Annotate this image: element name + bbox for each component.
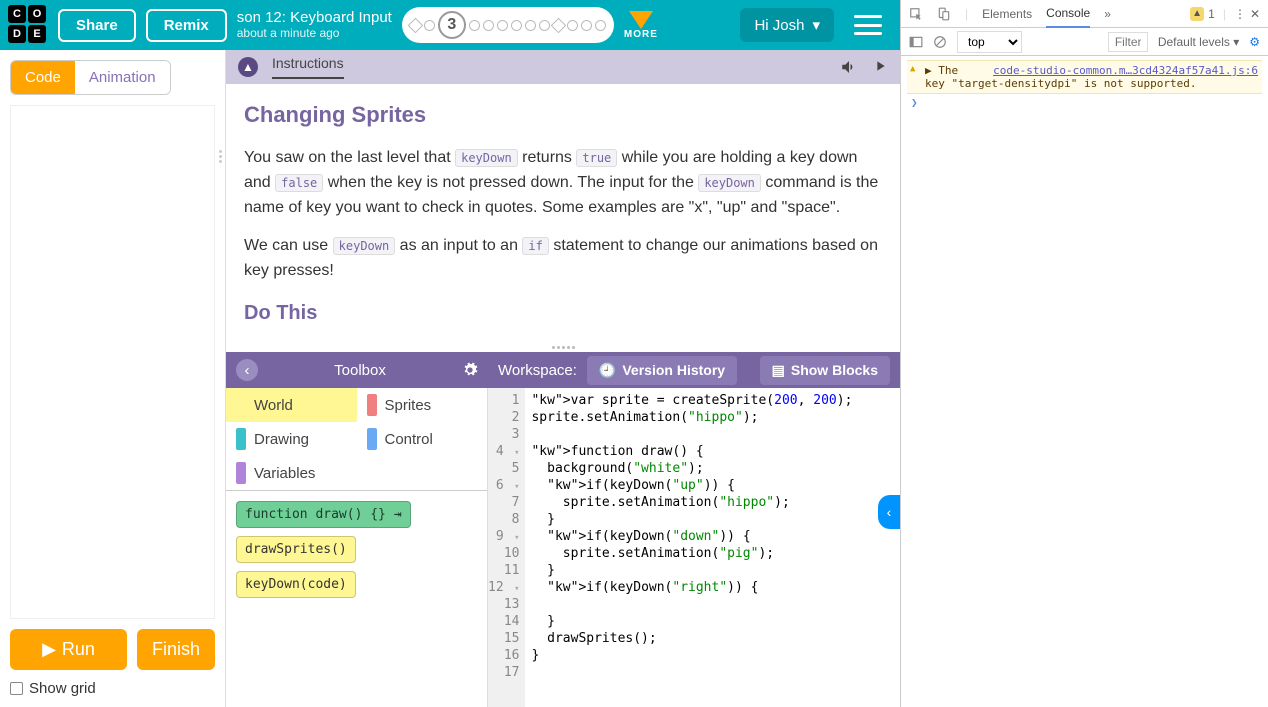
category-color-icon [236, 462, 246, 484]
workspace-label: Workspace: [498, 362, 577, 379]
source-link[interactable]: code-studio-common.m…3cd4324af57a41.js:6 [993, 64, 1258, 77]
devtools-tab-elements[interactable]: Elements [982, 1, 1032, 27]
console-output[interactable]: code-studio-common.m…3cd4324af57a41.js:6… [901, 56, 1268, 707]
close-icon[interactable]: ✕ [1250, 7, 1260, 21]
code-editor[interactable]: 1234 ▾56 ▾789 ▾101112 ▾1314151617 "kw">v… [488, 388, 900, 707]
lesson-time: about a minute ago [237, 27, 392, 40]
block-keydown[interactable]: keyDown(code) [236, 571, 356, 598]
progress-dot[interactable] [511, 20, 522, 31]
lesson-title: son 12: Keyboard Input [237, 10, 392, 27]
show-blocks-button[interactable]: ▤ Show Blocks [760, 356, 890, 385]
collapse-up-icon[interactable]: ▲ [238, 57, 258, 77]
category-color-icon [367, 394, 377, 416]
toolbox-panel: WorldSpritesDrawingControlVariables func… [226, 388, 488, 707]
triangle-down-icon [629, 11, 653, 29]
left-panel: Code Animation ▶ Run Finish Show grid [0, 50, 225, 707]
device-icon[interactable] [937, 7, 951, 21]
progress-dot[interactable] [469, 20, 480, 31]
warning-badge[interactable]: ▲ [1190, 7, 1204, 21]
more-dropdown[interactable]: MORE [624, 11, 658, 40]
category-control[interactable]: Control [357, 422, 488, 456]
run-button[interactable]: ▶ Run [10, 629, 127, 670]
column-resize-handle[interactable] [216, 150, 225, 163]
tab-code[interactable]: Code [11, 61, 75, 94]
lesson-info: son 12: Keyboard Input about a minute ag… [237, 10, 392, 40]
category-variables[interactable]: Variables [226, 456, 357, 490]
console-warning[interactable]: code-studio-common.m…3cd4324af57a41.js:6… [907, 60, 1262, 94]
devtools-tab-console[interactable]: Console [1046, 0, 1090, 28]
finish-button[interactable]: Finish [137, 629, 215, 670]
row-resize-handle[interactable] [226, 342, 900, 352]
progress-dot[interactable] [424, 20, 435, 31]
lesson-progress[interactable]: 3 [402, 7, 614, 43]
play-icon: ▶ [42, 639, 56, 660]
hamburger-icon[interactable] [854, 15, 882, 35]
console-prompt[interactable]: ❯ [907, 94, 1262, 111]
progress-dot[interactable] [581, 20, 592, 31]
progress-dot[interactable] [567, 20, 578, 31]
line-gutter: 1234 ▾56 ▾789 ▾101112 ▾1314151617 [488, 388, 525, 707]
blocks-icon: ▤ [772, 362, 785, 379]
log-levels-select[interactable]: Default levels ▾ [1158, 35, 1239, 49]
instructions-title: Changing Sprites [244, 98, 882, 132]
instructions-body[interactable]: Changing Sprites You saw on the last lev… [226, 84, 900, 342]
context-select[interactable]: top [957, 31, 1022, 53]
progress-dot[interactable] [483, 20, 494, 31]
category-color-icon [236, 428, 246, 450]
block-function-draw[interactable]: function draw() {} ⇥ [236, 501, 411, 528]
progress-dot[interactable] [525, 20, 536, 31]
logo[interactable]: C O D E [8, 5, 48, 45]
kebab-icon[interactable]: ⋮ [1234, 7, 1246, 21]
share-button[interactable]: Share [58, 9, 136, 42]
progress-dot[interactable] [539, 20, 550, 31]
instructions-header: ▲ Instructions [226, 50, 900, 84]
remix-button[interactable]: Remix [146, 9, 227, 42]
play-icon[interactable] [872, 58, 888, 76]
user-menu[interactable]: Hi Josh ▾ [740, 8, 834, 42]
collapse-panel-icon[interactable]: ‹ [878, 495, 900, 529]
do-this-heading: Do This [244, 298, 882, 329]
game-canvas[interactable] [10, 105, 215, 619]
devtools-panel: | Elements Console » ▲ 1 | ⋮ ✕ top [900, 0, 1268, 707]
filter-input[interactable] [1108, 32, 1148, 52]
more-tabs-icon[interactable]: » [1104, 7, 1111, 21]
progress-current[interactable]: 3 [438, 11, 466, 39]
category-drawing[interactable]: Drawing [226, 422, 357, 456]
category-world[interactable]: World [226, 388, 357, 422]
version-history-button[interactable]: 🕘 Version History [587, 356, 737, 385]
progress-dot[interactable] [408, 17, 424, 33]
clear-console-icon[interactable] [933, 35, 947, 49]
back-icon[interactable]: ‹ [236, 359, 258, 381]
block-drawsprites[interactable]: drawSprites() [236, 536, 356, 563]
tab-animation[interactable]: Animation [75, 61, 170, 94]
category-color-icon [236, 394, 246, 416]
checkbox-icon[interactable] [10, 682, 23, 695]
clock-icon: 🕘 [599, 362, 616, 379]
app-header: C O D E Share Remix son 12: Keyboard Inp… [0, 0, 900, 50]
progress-dot[interactable] [497, 20, 508, 31]
category-color-icon [367, 428, 377, 450]
toolbox-title: Toolbox [258, 362, 462, 379]
sound-icon[interactable] [840, 58, 858, 76]
inspect-icon[interactable] [909, 7, 923, 21]
category-sprites[interactable]: Sprites [357, 388, 488, 422]
progress-dot[interactable] [595, 20, 606, 31]
caret-down-icon: ▾ [812, 16, 820, 34]
progress-dot[interactable] [551, 17, 567, 33]
settings-icon[interactable]: ⚙ [1249, 35, 1260, 49]
sidebar-toggle-icon[interactable] [909, 35, 923, 49]
show-grid-toggle[interactable]: Show grid [10, 680, 215, 697]
mode-tabs: Code Animation [10, 60, 171, 95]
gear-icon[interactable] [462, 362, 478, 378]
instructions-tab[interactable]: Instructions [272, 55, 344, 79]
workspace-toolbar: ‹ Toolbox Workspace: 🕘 Version History [226, 352, 900, 388]
